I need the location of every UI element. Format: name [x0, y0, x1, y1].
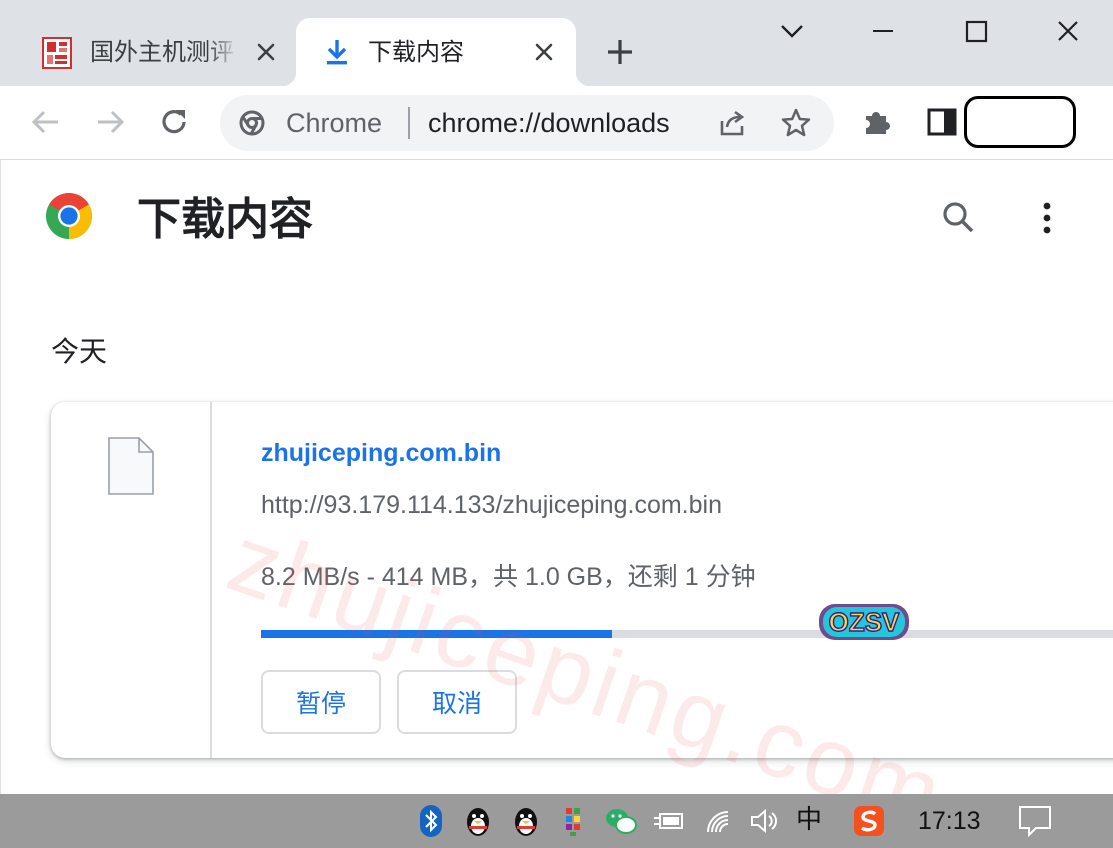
download-progress-fill — [261, 630, 613, 638]
windows-taskbar: 中 17:13 — [0, 794, 1113, 848]
minimize-icon[interactable] — [863, 14, 903, 50]
back-arrow-icon[interactable] — [28, 104, 64, 140]
download-item-card: zhujiceping.com.bin http://93.179.114.13… — [51, 402, 1113, 758]
wechat-icon[interactable] — [604, 804, 638, 838]
side-panel-icon[interactable] — [924, 104, 960, 140]
file-icon-column — [51, 402, 212, 758]
page-title: 下载内容 — [137, 195, 313, 244]
sogou-input-icon[interactable] — [852, 804, 886, 838]
color-grid-app-icon[interactable] — [557, 804, 591, 838]
profile-button[interactable] — [964, 96, 1076, 148]
download-progress-bar — [261, 630, 1113, 638]
tab-strip: 国外主机测评 下载内容 — [0, 0, 1113, 86]
tab-close-icon[interactable] — [532, 40, 556, 64]
battery-plug-icon[interactable] — [652, 804, 686, 838]
speaker-volume-icon[interactable] — [748, 804, 782, 838]
close-icon[interactable] — [1048, 14, 1088, 50]
forward-arrow-icon[interactable] — [92, 104, 128, 140]
tab-title: 下载内容 — [368, 39, 464, 66]
sticker-text: OZSV — [829, 607, 900, 637]
system-clock[interactable]: 17:13 — [918, 806, 981, 836]
pause-button[interactable]: 暂停 — [261, 670, 381, 734]
tab-title: 国外主机测评 — [90, 39, 234, 66]
site-seal-icon — [40, 36, 74, 70]
toolbar: Chrome chrome://downloads — [0, 86, 1113, 160]
qq-penguin-icon[interactable] — [461, 804, 495, 838]
omnibox-chip: Chrome — [286, 108, 383, 138]
qq-penguin-icon[interactable] — [509, 804, 543, 838]
puzzle-extension-icon[interactable] — [860, 104, 896, 140]
tab-downloads[interactable]: 下载内容 — [282, 18, 590, 86]
chrome-logo-icon — [45, 192, 93, 240]
download-status: 8.2 MB/s - 414 MB，共 1.0 GB，还剩 1 分钟 — [261, 563, 756, 591]
star-icon[interactable] — [780, 107, 812, 139]
chrome-site-icon — [238, 109, 266, 137]
bluetooth-icon[interactable] — [414, 804, 448, 838]
more-vert-icon[interactable] — [1031, 198, 1063, 238]
file-source-url[interactable]: http://93.179.114.133/zhujiceping.com.bi… — [261, 488, 722, 522]
ime-mode-indicator[interactable]: 中 — [796, 804, 822, 836]
omnibox[interactable]: Chrome chrome://downloads — [220, 95, 834, 151]
reload-icon[interactable] — [156, 104, 192, 140]
tab-search-icon[interactable] — [772, 14, 812, 50]
omnibox-url[interactable]: chrome://downloads — [428, 106, 688, 140]
new-tab-plus-icon[interactable] — [604, 36, 636, 68]
share-icon[interactable] — [716, 107, 748, 139]
tab-close-icon[interactable] — [254, 40, 278, 64]
tab-zhujiceping[interactable]: 国外主机测评 — [0, 18, 292, 86]
cancel-button[interactable]: 取消 — [397, 670, 517, 734]
search-icon[interactable] — [939, 198, 979, 238]
file-icon — [107, 436, 155, 496]
date-section-label: 今天 — [51, 336, 108, 367]
maximize-icon[interactable] — [956, 14, 996, 50]
wifi-icon[interactable] — [702, 804, 736, 838]
notification-center-icon[interactable] — [1016, 804, 1054, 838]
omnibox-separator — [408, 107, 410, 139]
ozsv-sticker-logo: OZSV — [815, 598, 913, 646]
downloads-page: 下载内容 今天 zhujiceping.com.bin http://93.17… — [0, 160, 1113, 848]
download-arrow-icon — [324, 38, 350, 66]
file-name-link[interactable]: zhujiceping.com.bin — [261, 436, 501, 470]
